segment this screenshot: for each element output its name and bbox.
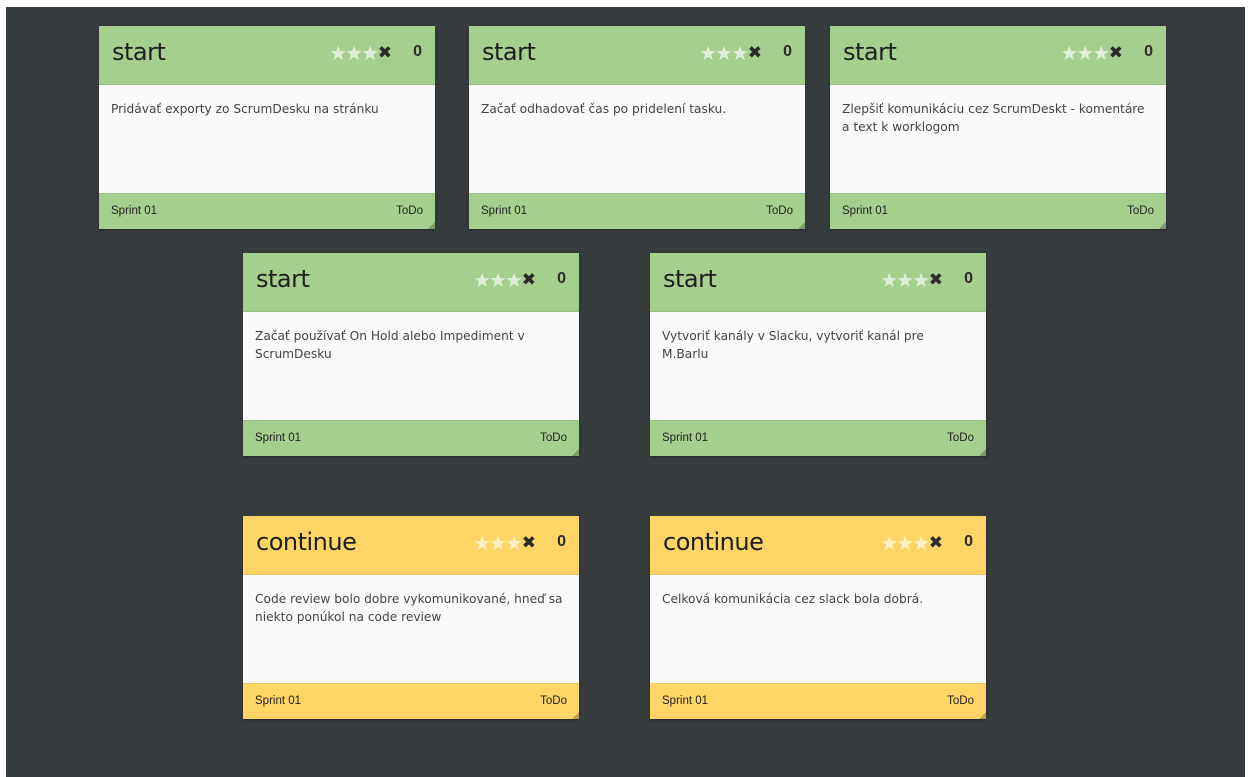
vote-count: 0	[964, 533, 973, 550]
retro-card[interactable]: start ★★★ ✖ 0 Zlepšiť komunikáciu cez Sc…	[830, 26, 1166, 229]
card-text[interactable]: Code review bolo dobre vykomunikované, h…	[255, 590, 565, 626]
sprint-label: Sprint 01	[842, 205, 889, 217]
retro-card[interactable]: start ★★★ ✖ 0 Pridávať exporty zo ScrumD…	[99, 26, 435, 229]
card-header: continue ★★★ ✖ 0	[650, 516, 986, 575]
status-label: ToDo	[540, 695, 567, 707]
card-footer: Sprint 01 ToDo	[99, 193, 435, 229]
status-label: ToDo	[540, 432, 567, 444]
sprint-label: Sprint 01	[662, 695, 709, 707]
card-title: start	[663, 265, 717, 293]
status-label: ToDo	[1127, 205, 1154, 217]
card-footer: Sprint 01 ToDo	[650, 683, 986, 719]
card-text[interactable]: Pridávať exporty zo ScrumDesku na stránk…	[111, 100, 421, 118]
close-icon[interactable]: ✖	[522, 533, 536, 553]
retro-card[interactable]: continue ★★★ ✖ 0 Celková komunikácia cez…	[650, 516, 986, 719]
retro-card[interactable]: start ★★★ ✖ 0 Začať odhadovať čas po pri…	[469, 26, 805, 229]
status-label: ToDo	[766, 205, 793, 217]
resize-handle-icon[interactable]	[979, 449, 986, 456]
card-title: continue	[256, 528, 357, 556]
card-text[interactable]: Začať používať On Hold alebo Impediment …	[255, 327, 565, 363]
close-icon[interactable]: ✖	[1109, 43, 1123, 63]
card-footer: Sprint 01 ToDo	[243, 420, 579, 456]
retro-card[interactable]: start ★★★ ✖ 0 Začať používať On Hold ale…	[243, 253, 579, 456]
resize-handle-icon[interactable]	[572, 712, 579, 719]
status-label: ToDo	[396, 205, 423, 217]
vote-count: 0	[964, 270, 973, 287]
card-text[interactable]: Zlepšiť komunikáciu cez ScrumDeskt - kom…	[842, 100, 1152, 136]
sprint-label: Sprint 01	[111, 205, 158, 217]
vote-count: 0	[1144, 43, 1153, 60]
star-rating-icon[interactable]: ★★★	[1060, 41, 1110, 66]
resize-handle-icon[interactable]	[1159, 222, 1166, 229]
card-title: start	[843, 38, 897, 66]
star-rating-icon[interactable]: ★★★	[473, 531, 523, 556]
card-header: continue ★★★ ✖ 0	[243, 516, 579, 575]
resize-handle-icon[interactable]	[572, 449, 579, 456]
card-footer: Sprint 01 ToDo	[650, 420, 986, 456]
resize-handle-icon[interactable]	[979, 712, 986, 719]
status-label: ToDo	[947, 432, 974, 444]
card-title: start	[482, 38, 536, 66]
vote-count: 0	[557, 533, 566, 550]
card-title: continue	[663, 528, 764, 556]
card-text[interactable]: Začať odhadovať čas po pridelení tasku.	[481, 100, 791, 118]
card-header: start ★★★ ✖ 0	[469, 26, 805, 85]
card-footer: Sprint 01 ToDo	[830, 193, 1166, 229]
card-header: start ★★★ ✖ 0	[650, 253, 986, 312]
close-icon[interactable]: ✖	[929, 270, 943, 290]
star-rating-icon[interactable]: ★★★	[473, 268, 523, 293]
card-title: start	[112, 38, 166, 66]
card-text[interactable]: Celková komunikácia cez slack bola dobrá…	[662, 590, 972, 608]
card-footer: Sprint 01 ToDo	[469, 193, 805, 229]
resize-handle-icon[interactable]	[798, 222, 805, 229]
star-rating-icon[interactable]: ★★★	[880, 531, 930, 556]
sprint-label: Sprint 01	[255, 695, 302, 707]
star-rating-icon[interactable]: ★★★	[880, 268, 930, 293]
retro-card[interactable]: start ★★★ ✖ 0 Vytvoriť kanály v Slacku, …	[650, 253, 986, 456]
card-footer: Sprint 01 ToDo	[243, 683, 579, 719]
close-icon[interactable]: ✖	[522, 270, 536, 290]
vote-count: 0	[413, 43, 422, 60]
close-icon[interactable]: ✖	[748, 43, 762, 63]
card-header: start ★★★ ✖ 0	[243, 253, 579, 312]
card-header: start ★★★ ✖ 0	[99, 26, 435, 85]
card-text[interactable]: Vytvoriť kanály v Slacku, vytvoriť kanál…	[662, 327, 972, 363]
vote-count: 0	[557, 270, 566, 287]
sprint-label: Sprint 01	[481, 205, 528, 217]
sprint-label: Sprint 01	[255, 432, 302, 444]
card-header: start ★★★ ✖ 0	[830, 26, 1166, 85]
card-title: start	[256, 265, 310, 293]
close-icon[interactable]: ✖	[929, 533, 943, 553]
sprint-label: Sprint 01	[662, 432, 709, 444]
status-label: ToDo	[947, 695, 974, 707]
close-icon[interactable]: ✖	[378, 43, 392, 63]
vote-count: 0	[783, 43, 792, 60]
retro-card[interactable]: continue ★★★ ✖ 0 Code review bolo dobre …	[243, 516, 579, 719]
star-rating-icon[interactable]: ★★★	[329, 41, 379, 66]
resize-handle-icon[interactable]	[428, 222, 435, 229]
retrospective-board: start ★★★ ✖ 0 Pridávať exporty zo ScrumD…	[6, 7, 1245, 777]
star-rating-icon[interactable]: ★★★	[699, 41, 749, 66]
